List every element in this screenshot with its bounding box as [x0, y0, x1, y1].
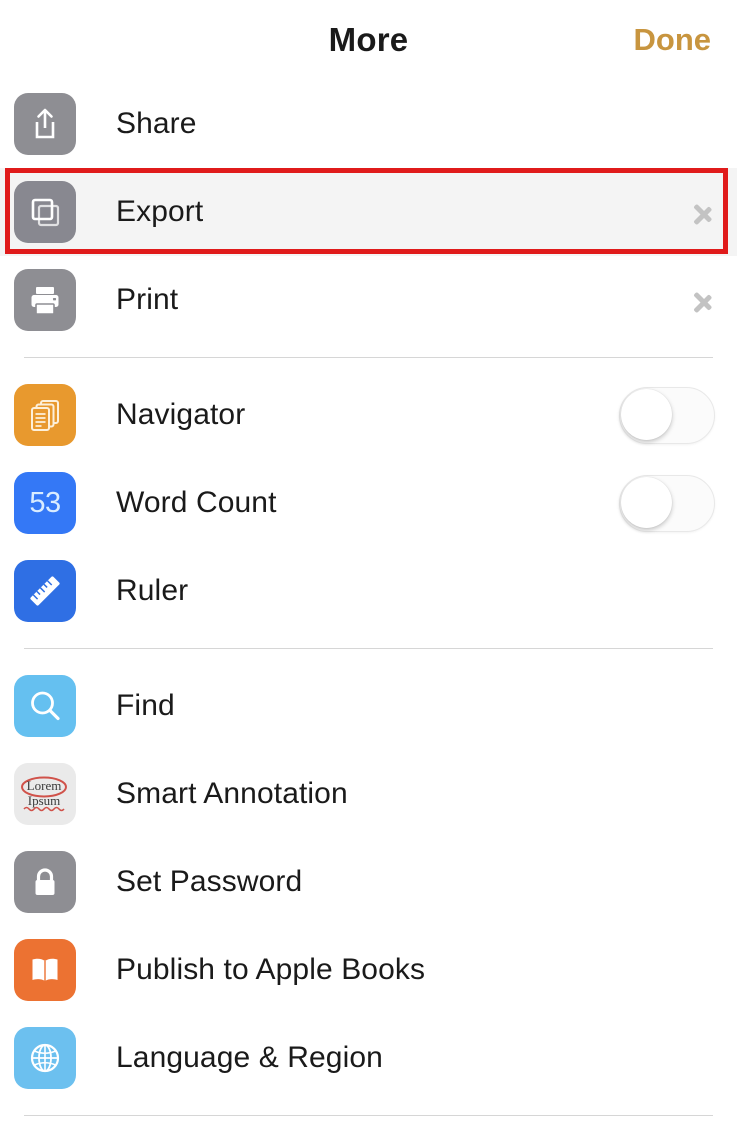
- ruler-icon: [14, 560, 76, 622]
- chevron-right-icon: [693, 283, 713, 317]
- lock-icon: [14, 851, 76, 913]
- list-item-label: Navigator: [116, 398, 246, 431]
- group-gap: [0, 358, 737, 371]
- navigator-toggle[interactable]: [619, 386, 715, 444]
- word-count-toggle[interactable]: [619, 474, 715, 532]
- book-icon: [14, 939, 76, 1001]
- list-item-label: Set Password: [116, 865, 303, 898]
- list-item-publish-books[interactable]: Publish to Apple Books: [0, 926, 737, 1014]
- list-item-label: Print: [116, 283, 179, 316]
- list-item-navigator[interactable]: Navigator: [0, 371, 737, 459]
- list-item-set-password[interactable]: Set Password: [0, 838, 737, 926]
- search-icon: [14, 675, 76, 737]
- group-view-options: Navigator 53 Word Count Ruler: [0, 371, 737, 635]
- smart-annotation-line2-text: Ipsum: [28, 793, 61, 808]
- group-gap: [0, 649, 737, 662]
- list-item-export[interactable]: Export: [0, 168, 737, 256]
- group-gap: [0, 344, 737, 357]
- screen-header: More Done: [0, 0, 737, 80]
- group-tools: Find Lorem Ipsum Smart Annotation Set Pa…: [0, 662, 737, 1102]
- print-icon: [14, 269, 76, 331]
- list-item-language-region[interactable]: Language & Region: [0, 1014, 737, 1102]
- list-item-ruler[interactable]: Ruler: [0, 547, 737, 635]
- more-settings-screen: More Done Share Export Print Navigator 5…: [0, 0, 737, 1129]
- list-item-label: Word Count: [116, 486, 277, 519]
- list-item-label: Smart Annotation: [116, 777, 348, 810]
- list-item-label: Language & Region: [116, 1041, 383, 1074]
- done-button[interactable]: Done: [634, 22, 712, 58]
- share-icon: [14, 93, 76, 155]
- word-count-icon: 53: [14, 472, 76, 534]
- list-item-share[interactable]: Share: [0, 80, 737, 168]
- list-item-word-count[interactable]: 53 Word Count: [0, 459, 737, 547]
- list-item-label: Find: [116, 689, 175, 722]
- smart-annotation-line1-text: Lorem: [27, 778, 62, 793]
- toggle-knob: [621, 476, 672, 528]
- page-title: More: [328, 21, 409, 58]
- list-item-label: Ruler: [116, 574, 189, 607]
- section-divider-bottom: [24, 1115, 713, 1116]
- export-icon: [14, 181, 76, 243]
- chevron-right-icon: [693, 195, 713, 229]
- smart-annotation-icon: Lorem Ipsum: [14, 763, 76, 825]
- navigator-icon: [14, 384, 76, 446]
- list-item-smart-annotation[interactable]: Lorem Ipsum Smart Annotation: [0, 750, 737, 838]
- toggle-knob: [621, 388, 672, 440]
- list-item-label: Share: [116, 107, 197, 140]
- group-gap: [0, 635, 737, 648]
- globe-icon: [14, 1027, 76, 1089]
- list-item-label: Publish to Apple Books: [116, 953, 426, 986]
- group-gap: [0, 1102, 737, 1115]
- list-item-print[interactable]: Print: [0, 256, 737, 344]
- group-document-actions: Share Export Print: [0, 80, 737, 344]
- list-item-find[interactable]: Find: [0, 662, 737, 750]
- list-item-label: Export: [116, 195, 204, 228]
- word-count-badge-value: 53: [29, 486, 61, 519]
